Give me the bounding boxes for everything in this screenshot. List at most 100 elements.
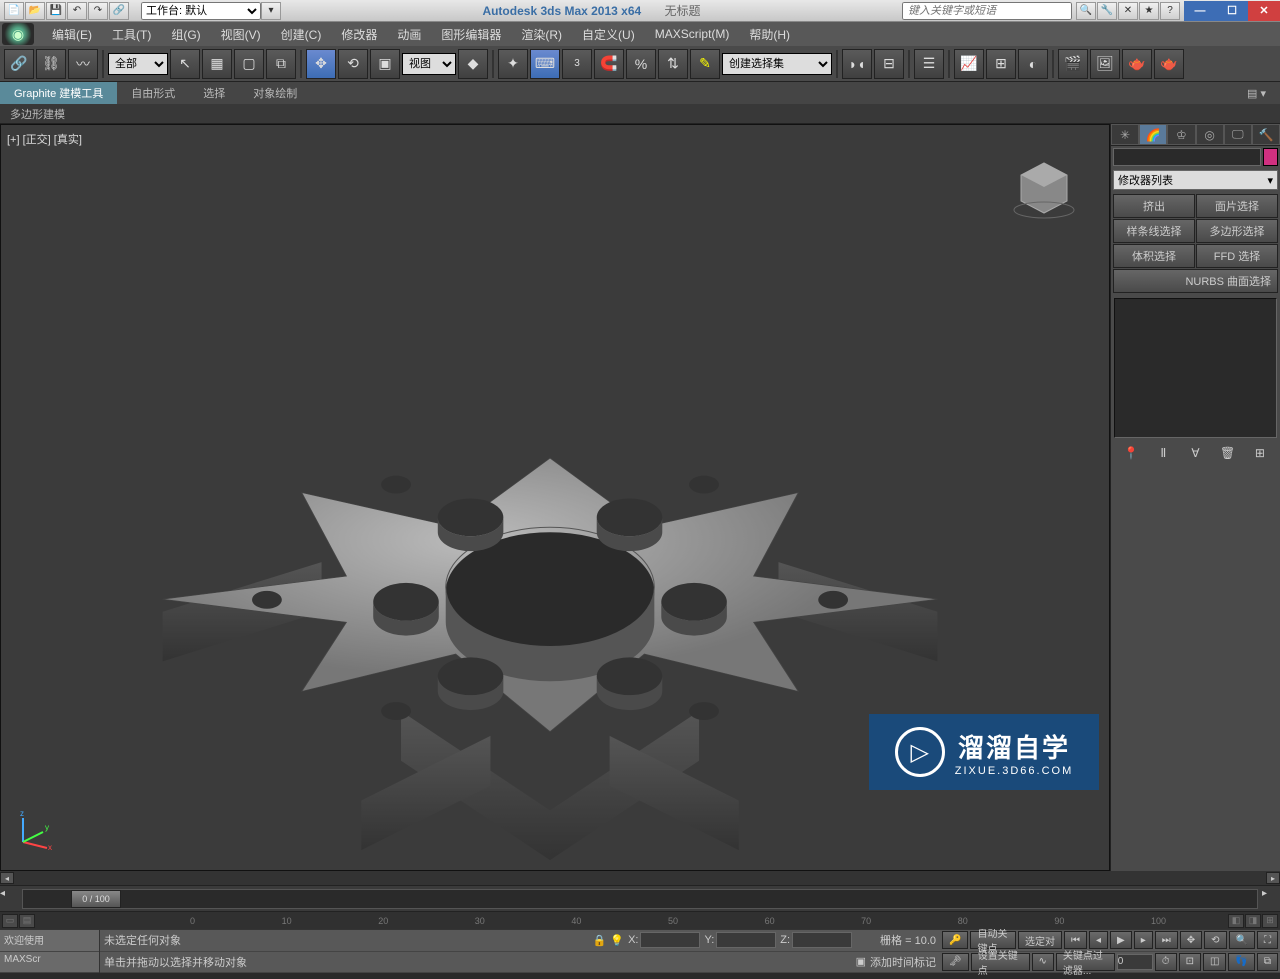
script-listener-icon[interactable]: ▣ [856, 955, 866, 968]
ref-coord-system[interactable]: 视图 [402, 53, 456, 75]
exchange-icon[interactable]: ✕ [1118, 2, 1138, 20]
key-filters-button[interactable]: 关键点过滤器... [1056, 953, 1115, 971]
named-selection-sets[interactable]: 创建选择集 [722, 53, 832, 75]
scroll-right-icon[interactable]: ▸ [1266, 872, 1280, 884]
coord-z-input[interactable] [792, 932, 852, 948]
trackbar-cfg3-icon[interactable]: ⊞ [1262, 914, 1278, 928]
unlink-icon[interactable]: ⛓ [36, 49, 66, 79]
rendered-frame-icon[interactable]: 🖼 [1090, 49, 1120, 79]
key-mode-icon[interactable]: 🔑 [942, 931, 968, 949]
help-icon[interactable]: ? [1160, 2, 1180, 20]
render-setup-icon[interactable]: 🎬 [1058, 49, 1088, 79]
object-color-swatch[interactable] [1263, 148, 1278, 166]
trackbar-cfg2-icon[interactable]: ◨ [1245, 914, 1261, 928]
menu-grapheditors[interactable]: 图形编辑器 [431, 26, 511, 43]
select-manipulate-icon[interactable]: ✦ [498, 49, 528, 79]
schematic-view-icon[interactable]: ⊞ [986, 49, 1016, 79]
key-filters-curve-icon[interactable]: ∿ [1032, 953, 1054, 971]
lock-icon[interactable]: 🔒 [593, 934, 607, 947]
window-maximize[interactable]: ☐ [1216, 1, 1248, 21]
hierarchy-tab-icon[interactable]: ♔ [1167, 124, 1195, 145]
viewport-label[interactable]: [+] [正交] [真实] [7, 131, 82, 147]
infocenter-search-icon[interactable]: 🔍 [1076, 2, 1096, 20]
menu-create[interactable]: 创建(C) [271, 26, 332, 43]
ribbon-expand-icon[interactable]: ▤ ▾ [1233, 84, 1280, 103]
render-production-icon[interactable]: 🫖 [1122, 49, 1152, 79]
angle-snap-icon[interactable]: 🧲 [594, 49, 624, 79]
search-input[interactable] [902, 2, 1072, 20]
nav-zoom-extents-icon[interactable]: ⊡ [1179, 953, 1201, 971]
object-name-input[interactable] [1113, 148, 1261, 166]
menu-maxscript[interactable]: MAXScript(M) [645, 27, 740, 41]
select-region-rect-icon[interactable]: ▢ [234, 49, 264, 79]
mod-btn-poly-select[interactable]: 多边形选择 [1196, 219, 1278, 243]
set-key-icon[interactable]: 🗝 [942, 953, 969, 971]
use-pivot-center-icon[interactable]: ◆ [458, 49, 488, 79]
mod-btn-vol-select[interactable]: 体积选择 [1113, 244, 1195, 268]
show-end-result-icon[interactable]: Ⅱ [1153, 443, 1173, 463]
current-frame-input[interactable] [1117, 954, 1153, 970]
mod-btn-extrude[interactable]: 挤出 [1113, 194, 1195, 218]
selection-filter[interactable]: 全部 [108, 53, 168, 75]
track-bar[interactable]: ▭ ▤ 0102030405060708090100 ◧ ◨ ⊞ [0, 911, 1280, 929]
menu-group[interactable]: 组(G) [161, 26, 210, 43]
time-thumb[interactable]: 0 / 100 [71, 890, 121, 908]
undo-icon[interactable]: ↶ [67, 2, 87, 20]
save-icon[interactable]: 💾 [46, 2, 66, 20]
layers-icon[interactable]: ☰ [914, 49, 944, 79]
nav-orbit-icon[interactable]: ⟲ [1204, 931, 1226, 949]
mod-btn-spline-select[interactable]: 样条线选择 [1113, 219, 1195, 243]
timeline-next-icon[interactable]: ▸ [1262, 888, 1280, 910]
bind-spacewarp-icon[interactable]: 〰 [68, 49, 98, 79]
workspace-selector[interactable]: 工作台: 默认 [141, 2, 261, 20]
select-name-icon[interactable]: ▦ [202, 49, 232, 79]
create-tab-icon[interactable]: ✳ [1111, 124, 1139, 145]
open-icon[interactable]: 📂 [25, 2, 45, 20]
goto-end-icon[interactable]: ⏭ [1155, 931, 1178, 949]
select-move-icon[interactable]: ✥ [306, 49, 336, 79]
menu-help[interactable]: 帮助(H) [739, 26, 800, 43]
align-icon[interactable]: ⊟ [874, 49, 904, 79]
window-minimize[interactable]: — [1184, 1, 1216, 21]
viewport[interactable]: [+] [正交] [真实] [0, 124, 1110, 871]
time-config-icon[interactable]: ⏱ [1155, 953, 1177, 971]
nav-maximize-icon[interactable]: ⛶ [1257, 931, 1278, 949]
keyboard-shortcut-icon[interactable]: ⌨ [530, 49, 560, 79]
menu-edit[interactable]: 编辑(E) [42, 26, 102, 43]
viewcube[interactable] [1009, 155, 1079, 225]
ribbon-tab-graphite[interactable]: Graphite 建模工具 [0, 82, 117, 104]
timeline-prev-icon[interactable]: ◂ [0, 888, 18, 910]
modifier-list-dropdown[interactable]: 修改器列表▾ [1113, 170, 1278, 190]
edit-named-sel-icon[interactable]: ✎ [690, 49, 720, 79]
sub-ribbon-label[interactable]: 多边形建模 [10, 106, 65, 122]
curve-editor-icon[interactable]: 📈 [954, 49, 984, 79]
window-close[interactable]: ✕ [1248, 1, 1280, 21]
make-unique-icon[interactable]: ∀ [1185, 443, 1205, 463]
coord-y-input[interactable] [716, 932, 776, 948]
next-frame-icon[interactable]: ▸ [1134, 931, 1153, 949]
viewport-hscroll[interactable]: ◂ ▸ [0, 871, 1280, 885]
coord-x-input[interactable] [640, 932, 700, 948]
nav-pan-icon[interactable]: ✥ [1180, 931, 1202, 949]
menu-tools[interactable]: 工具(T) [102, 26, 161, 43]
menu-views[interactable]: 视图(V) [211, 26, 271, 43]
remove-modifier-icon[interactable]: 🗑 [1218, 443, 1238, 463]
display-tab-icon[interactable]: 🖵 [1224, 124, 1252, 145]
menu-rendering[interactable]: 渲染(R) [511, 26, 572, 43]
new-icon[interactable]: 📄 [4, 2, 24, 20]
play-icon[interactable]: ▶ [1110, 931, 1132, 949]
pin-stack-icon[interactable]: 📍 [1121, 443, 1141, 463]
menu-modifiers[interactable]: 修改器 [331, 26, 387, 43]
select-object-icon[interactable]: ↖ [170, 49, 200, 79]
scroll-left-icon[interactable]: ◂ [0, 872, 14, 884]
configure-sets-icon[interactable]: ⊞ [1250, 443, 1270, 463]
ribbon-tab-selection[interactable]: 选择 [189, 82, 239, 104]
modify-tab-icon[interactable]: 🌈 [1139, 124, 1167, 145]
trackbar-open-icon[interactable]: ▤ [19, 914, 35, 928]
nav-min-max-icon[interactable]: ⧉ [1257, 953, 1278, 971]
nav-fov-icon[interactable]: ◫ [1203, 953, 1226, 971]
communication-icon[interactable]: 🔧 [1097, 2, 1117, 20]
set-key-button[interactable]: 设置关键点 [971, 953, 1030, 971]
mod-btn-patch-select[interactable]: 面片选择 [1196, 194, 1278, 218]
trackbar-cfg1-icon[interactable]: ◧ [1228, 914, 1244, 928]
